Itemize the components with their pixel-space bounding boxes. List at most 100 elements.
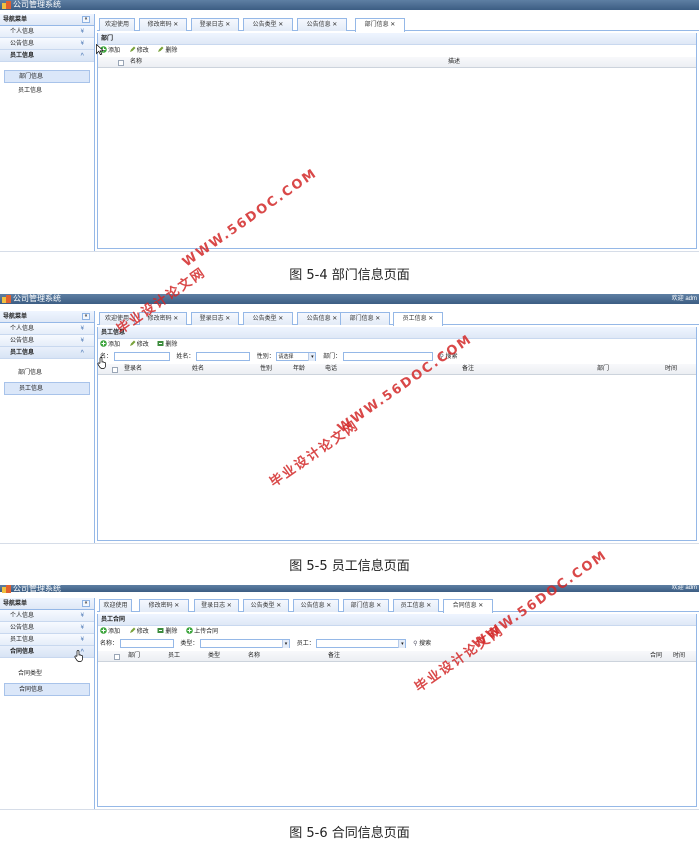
tab-department[interactable]: 部门信息 ✕ xyxy=(343,599,389,612)
upload-contract-button[interactable]: 上传合同 xyxy=(186,626,218,638)
screenshot-contract: 公司管理系统 欢迎 adm 导航菜单 « 个人信息 ¥ 公告信息 ¥ 员工信息 ¥ 合… xyxy=(0,585,699,810)
dept-select[interactable] xyxy=(342,351,433,361)
column-header[interactable]: 名称 xyxy=(248,651,260,662)
tab-employee[interactable]: 员工信息 ✕ xyxy=(393,312,443,326)
panel-personal[interactable]: 个人信息 ¥ xyxy=(0,26,94,38)
name-input[interactable] xyxy=(113,351,170,361)
tab-notice-type[interactable]: 公告类型 ✕ xyxy=(243,599,289,612)
delete-button[interactable]: 删除 xyxy=(157,45,177,57)
content-title: 员工合同 xyxy=(98,614,696,626)
tab-login-log[interactable]: 登录日志 ✕ xyxy=(191,18,239,31)
tab-login-log[interactable]: 登录日志 ✕ xyxy=(191,312,239,325)
tab-department[interactable]: 部门信息 ✕ xyxy=(355,18,405,32)
edit-button[interactable]: 修改 xyxy=(129,626,149,638)
figure-caption: 图 5-4 部门信息页面 xyxy=(289,268,410,283)
chevron-down-icon: ¥ xyxy=(80,613,84,619)
column-header[interactable]: 部门 xyxy=(597,364,609,375)
welcome-text: 欢迎 adm xyxy=(671,296,697,302)
tab-notice-type[interactable]: 公告类型 ✕ xyxy=(243,18,293,31)
tab-employee[interactable]: 员工信息 ✕ xyxy=(393,599,439,612)
chevron-down-icon: ¥ xyxy=(80,29,84,35)
panel-notice[interactable]: 公告信息 ¥ xyxy=(0,622,94,634)
column-header[interactable]: 描述 xyxy=(448,57,460,68)
app-titlebar: 公司管理系统 欢迎 adm xyxy=(0,585,699,593)
tab-department[interactable]: 部门信息 ✕ xyxy=(340,312,390,325)
column-header[interactable]: 登录名 xyxy=(124,364,142,375)
tab-notice-info[interactable]: 公告信息 ✕ xyxy=(293,599,339,612)
content-panel: 员工信息 添加 修改 删除 名： 姓名： 性别： 请选择 ▾ 部门： ⚲ 搜索 登… xyxy=(97,327,697,541)
chevron-down-icon: ¥ xyxy=(80,326,84,332)
add-button[interactable]: 添加 xyxy=(100,626,120,638)
column-header[interactable]: 性别 xyxy=(260,364,272,375)
content-title: 员工信息 xyxy=(98,327,696,339)
gender-select[interactable]: 请选择 ▾ xyxy=(276,351,317,361)
hand-cursor-icon xyxy=(74,650,83,662)
search-button[interactable]: ⚲ 搜索 xyxy=(413,638,431,651)
add-icon xyxy=(100,627,107,634)
sidebar-item-employee[interactable]: 员工信息 xyxy=(4,382,90,395)
chevron-down-icon: ▾ xyxy=(282,639,290,648)
sidebar-item-contract-type[interactable]: 合同类型 xyxy=(4,668,90,681)
chevron-down-icon: ▾ xyxy=(398,639,406,648)
tab-password[interactable]: 修改密码 ✕ xyxy=(139,18,187,31)
sidebar-item-employee[interactable]: 员工信息 xyxy=(4,85,90,98)
select-all-checkbox[interactable] xyxy=(114,654,120,660)
employee-select[interactable]: ▾ xyxy=(316,638,407,648)
panel-employee[interactable]: 员工信息 ^ xyxy=(0,50,94,62)
pencil-icon xyxy=(129,340,136,346)
collapse-icon[interactable]: « xyxy=(82,16,90,23)
column-header[interactable]: 时间 xyxy=(665,364,677,375)
edit-button[interactable]: 修改 xyxy=(129,339,149,351)
panel-personal[interactable]: 个人信息 ¥ xyxy=(0,323,94,335)
column-header[interactable]: 员工 xyxy=(168,651,180,662)
column-header[interactable]: 电话 xyxy=(325,364,337,375)
toolbar: 添加 修改 删除 上传合同 xyxy=(98,626,696,638)
tab-notice-type[interactable]: 公告类型 ✕ xyxy=(243,312,293,325)
tab-welcome[interactable]: 欢迎使用 xyxy=(99,599,132,612)
add-icon xyxy=(100,340,107,347)
panel-notice[interactable]: 公告信息 ¥ xyxy=(0,38,94,50)
select-all-checkbox[interactable] xyxy=(118,60,124,66)
add-button[interactable]: 添加 xyxy=(100,339,120,351)
tab-notice-info[interactable]: 公告信息 ✕ xyxy=(297,18,347,31)
tab-welcome[interactable]: 欢迎使用 xyxy=(99,18,135,31)
column-header[interactable]: 时间 xyxy=(673,651,685,662)
sidebar-header: 导航菜单 « xyxy=(0,311,94,323)
panel-notice[interactable]: 公告信息 ¥ xyxy=(0,335,94,347)
column-header[interactable]: 部门 xyxy=(128,651,140,662)
sidebar-item-department[interactable]: 部门信息 xyxy=(4,367,90,380)
tab-password[interactable]: 修改密码 ✕ xyxy=(139,599,189,612)
column-header[interactable]: 备注 xyxy=(328,651,340,662)
app-logo-icon xyxy=(2,295,11,303)
delete-button[interactable]: 删除 xyxy=(157,339,177,351)
name-label: 名称： xyxy=(100,641,119,647)
type-label: 类型： xyxy=(180,641,199,647)
delete-button[interactable]: 删除 xyxy=(157,626,177,638)
panel-employee[interactable]: 员工信息 ¥ xyxy=(0,634,94,646)
sidebar-item-department[interactable]: 部门信息 xyxy=(4,70,90,83)
chevron-down-icon: ¥ xyxy=(80,625,84,631)
chevron-down-icon: ▾ xyxy=(308,352,316,361)
select-all-checkbox[interactable] xyxy=(112,367,118,373)
panel-employee[interactable]: 员工信息 ^ xyxy=(0,347,94,359)
sidebar-item-contract[interactable]: 合同信息 xyxy=(4,683,90,696)
column-header[interactable]: 姓名 xyxy=(192,364,204,375)
hand-cursor-icon xyxy=(97,357,106,369)
tab-login-log[interactable]: 登录日志 ✕ xyxy=(194,599,239,612)
column-header[interactable]: 合同 xyxy=(650,651,662,662)
realname-input[interactable] xyxy=(196,351,251,361)
panel-personal[interactable]: 个人信息 ¥ xyxy=(0,610,94,622)
column-header[interactable]: 名称 xyxy=(130,57,142,68)
collapse-icon[interactable]: « xyxy=(82,600,90,607)
pencil-icon xyxy=(129,46,136,52)
name-input[interactable] xyxy=(119,638,174,648)
edit-button[interactable]: 修改 xyxy=(129,45,149,57)
column-header[interactable]: 备注 xyxy=(462,364,474,375)
column-header[interactable]: 年龄 xyxy=(293,364,305,375)
column-header[interactable]: 类型 xyxy=(208,651,220,662)
figure-caption: 图 5-6 合同信息页面 xyxy=(289,826,410,841)
type-select[interactable]: ▾ xyxy=(200,638,291,648)
delete-icon xyxy=(157,628,164,633)
tab-contract[interactable]: 合同信息 ✕ xyxy=(443,599,493,613)
collapse-icon[interactable]: « xyxy=(82,313,90,320)
